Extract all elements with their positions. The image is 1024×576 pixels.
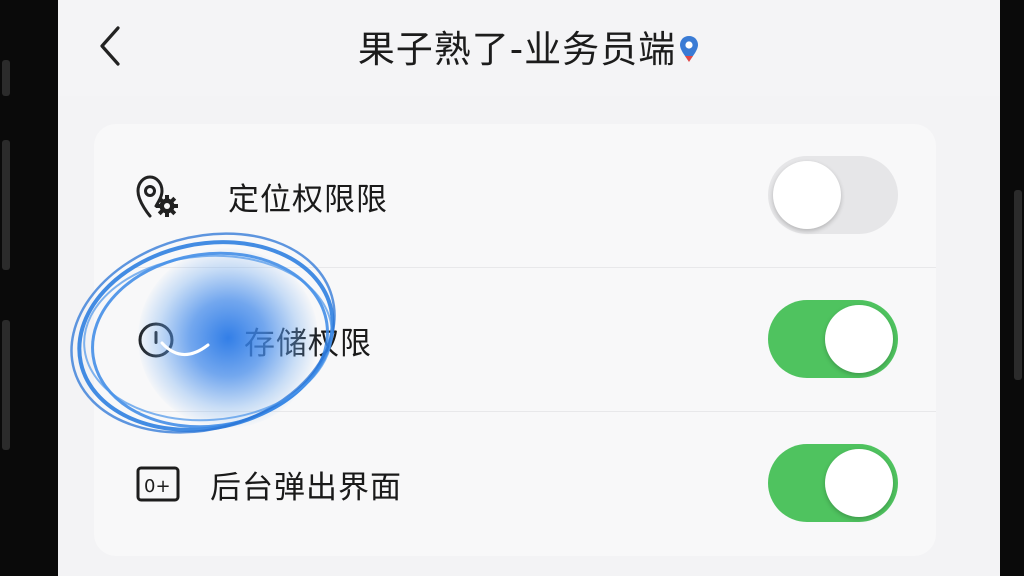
app-screen: 果子熟了-业务员端 定位权限限 存储权限 0+ 后台弹出界面 <box>58 0 1000 576</box>
storage-permission-toggle[interactable] <box>768 300 898 378</box>
navigation-bar: 果子熟了-业务员端 <box>58 0 1000 96</box>
permission-row-location: 定位权限限 <box>94 124 936 268</box>
page-title: 果子熟了-业务员端 <box>357 28 677 71</box>
volume-down-button <box>2 140 10 270</box>
side-button <box>2 320 10 450</box>
volume-up-button <box>2 60 10 96</box>
permission-label-location: 定位权限限 <box>228 182 388 218</box>
permission-label-storage: 存储权限 <box>244 326 372 362</box>
toggle-knob <box>825 449 893 517</box>
toggle-knob <box>825 305 893 373</box>
location-permission-toggle[interactable] <box>768 156 898 234</box>
toggle-knob <box>773 161 841 229</box>
svg-text:0+: 0+ <box>144 476 171 497</box>
power-button <box>1014 190 1022 380</box>
storage-info-icon <box>138 322 174 358</box>
permission-row-storage: 存储权限 <box>94 268 936 412</box>
permission-label-background-popup: 后台弹出界面 <box>210 470 402 506</box>
background-popup-toggle[interactable] <box>768 444 898 522</box>
permissions-card: 定位权限限 存储权限 0+ 后台弹出界面 <box>94 124 936 556</box>
permission-row-background-popup: 0+ 后台弹出界面 <box>94 412 936 556</box>
location-pin-icon <box>680 36 699 62</box>
popup-window-icon: 0+ <box>136 466 180 502</box>
location-settings-icon <box>136 175 178 218</box>
title-container: 果子熟了-业务员端 <box>58 22 1000 71</box>
